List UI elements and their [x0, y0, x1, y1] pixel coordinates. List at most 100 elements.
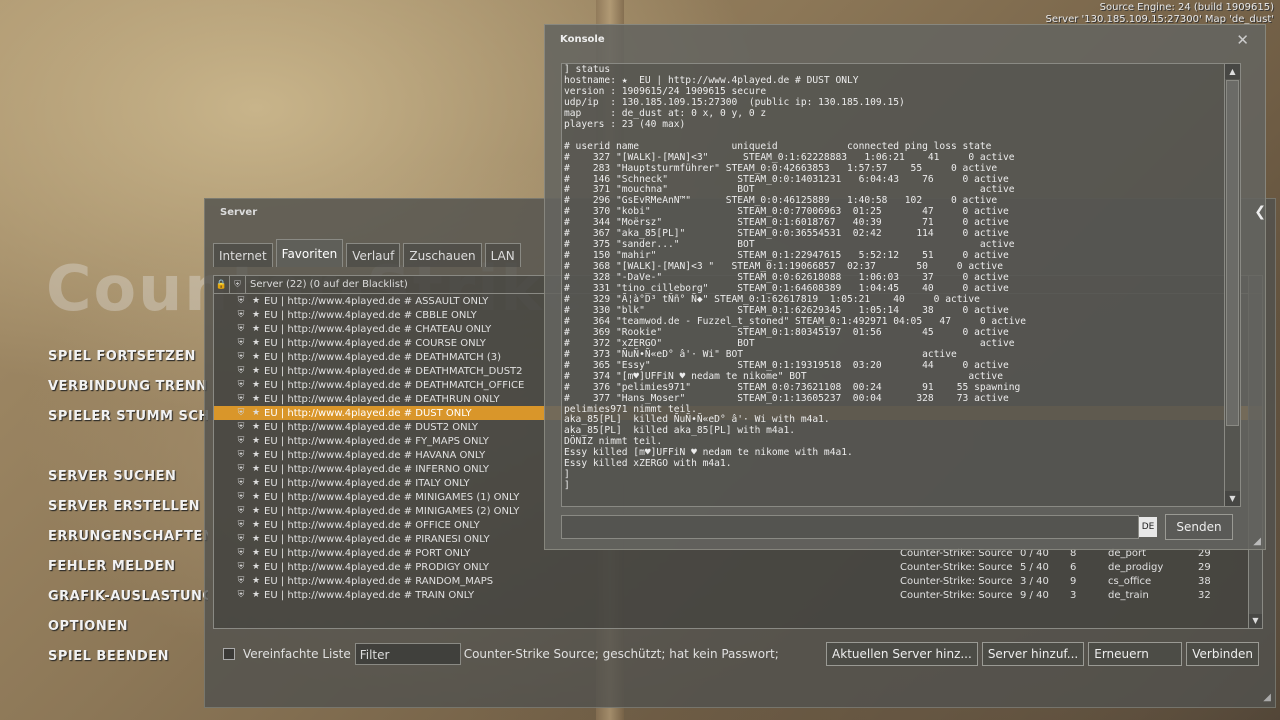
star-icon: ★ [251, 464, 261, 474]
server-bots: 6 [1070, 561, 1077, 573]
menu-find-servers[interactable]: SERVER SUCHEN [48, 468, 208, 498]
menu-report-bug[interactable]: FEHLER MELDEN [48, 558, 208, 588]
tab-internet[interactable]: Internet [213, 243, 273, 267]
server-name: EU | http://www.4played.de # PRODIGY ONL… [264, 561, 489, 573]
shield-icon: ⛨ [237, 366, 245, 376]
table-row[interactable]: ⛨ ★ EU | http://www.4played.de # RANDOM_MA… [214, 574, 1262, 588]
menu-quit-game[interactable]: SPIEL BEENDEN [48, 648, 208, 678]
console-window: Konsole ✕ ] status hostname: ★ EU | http:… [544, 24, 1266, 550]
menu-create-server[interactable]: SERVER ERSTELLEN [48, 498, 208, 528]
star-icon: ★ [251, 534, 261, 544]
simple-list-checkbox[interactable] [223, 648, 235, 660]
shield-icon: ⛨ [237, 576, 245, 586]
add-current-server-button[interactable]: Aktuellen Server hinz... [826, 642, 978, 666]
resize-grip-icon[interactable]: ◢ [1263, 692, 1271, 703]
star-icon: ★ [251, 492, 261, 502]
server-action-buttons: Aktuellen Server hinz... Server hinzuf..… [822, 642, 1259, 666]
shield-icon: ⛨ [237, 450, 245, 460]
menu-resume-game[interactable]: SPIEL FORTSETZEN [48, 348, 208, 378]
engine-info: Source Engine: 24 (build 1909615) Server… [1046, 2, 1274, 26]
refresh-button[interactable]: Erneuern [1088, 642, 1183, 666]
server-map: de_train [1108, 589, 1149, 601]
console-line: # 377 "Hans_Moser" STEAM_0:1:13605237 00… [564, 392, 1009, 404]
console-log: ] status hostname: ★ EU | http://www.4pla… [562, 64, 1240, 492]
star-icon: ★ [251, 520, 261, 530]
close-icon[interactable]: ✕ [1236, 31, 1249, 49]
shield-icon: ⛨ [237, 562, 245, 572]
table-row[interactable]: ⛨ ★ EU | http://www.4played.de # TRAIN ONL… [214, 588, 1262, 602]
console-window-title: Konsole [560, 34, 605, 45]
server-name: EU | http://www.4played.de # RANDOM_MAPS [264, 575, 494, 587]
star-icon: ★ [251, 562, 261, 572]
console-line: ] [564, 480, 570, 492]
connect-button[interactable]: Verbinden [1186, 642, 1259, 666]
shield-icon: ⛨ [237, 590, 245, 600]
console-scroll-thumb[interactable] [1226, 80, 1239, 426]
shield-icon: ⛨ [237, 520, 245, 530]
server-bottom-bar: Vereinfachte Liste Filter Counter-Strike… [223, 643, 779, 665]
server-name: EU | http://www.4played.de # TRAIN ONLY [264, 589, 475, 601]
console-line: # 376 "pelimies971" STEAM_0:0:73621108 0… [564, 381, 1021, 393]
console-scrollbar[interactable]: ▲ ▼ [1224, 64, 1240, 506]
star-icon: ★ [251, 450, 261, 460]
star-icon: ★ [251, 590, 261, 600]
console-output: ] status hostname: ★ EU | http://www.4pla… [561, 63, 1241, 507]
star-icon: ★ [251, 394, 261, 404]
shield-icon: ⛨ [237, 506, 245, 516]
server-map: cs_office [1108, 575, 1152, 587]
star-icon: ★ [251, 436, 261, 446]
console-line: # 327 "[WALK]-[MAN]<3" STEAM_0:1:6222888… [564, 151, 1015, 163]
server-window-title: Server [220, 207, 258, 218]
shield-icon: ⛨ [237, 464, 245, 474]
shield-icon: ⛨ [237, 548, 245, 558]
tab-spectate[interactable]: Zuschauen [403, 243, 482, 267]
console-command-input[interactable] [561, 515, 1139, 539]
shield-icon: ⛨ [237, 380, 245, 390]
scroll-up-icon[interactable]: ▲ [1225, 64, 1240, 79]
scroll-down-icon[interactable]: ▼ [1225, 491, 1240, 506]
server-map: de_prodigy [1108, 561, 1164, 573]
chevron-left-icon[interactable]: ❮ [1254, 204, 1266, 220]
server-bots: 9 [1070, 575, 1077, 587]
menu-gap [48, 438, 208, 468]
main-menu: SPIEL FORTSETZEN VERBINDUNG TRENNEN SPIE… [48, 348, 208, 678]
shield-icon: ⛨ [237, 492, 245, 502]
server-game: Counter-Strike: Source [900, 575, 1013, 587]
menu-options[interactable]: OPTIONEN [48, 618, 208, 648]
scroll-down-icon[interactable]: ▼ [1249, 614, 1262, 628]
star-icon: ★ [251, 380, 261, 390]
server-latency: 29 [1198, 561, 1211, 573]
filter-button[interactable]: Filter [354, 643, 461, 665]
star-icon: ★ [251, 366, 261, 376]
star-icon: ★ [251, 310, 261, 320]
star-icon: ★ [251, 408, 261, 418]
tab-history[interactable]: Verlauf [346, 243, 401, 267]
menu-mute-players[interactable]: SPIELER STUMM SCHALTEN [48, 408, 208, 438]
menu-graphics-usage[interactable]: GRAFIK-AUSLASTUNG [48, 588, 208, 618]
shield-icon: ⛨ [237, 436, 245, 446]
resize-grip-icon[interactable]: ◢ [1253, 536, 1261, 547]
console-line: # userid name uniqueid connected ping lo… [564, 140, 992, 152]
server-latency: 32 [1198, 589, 1211, 601]
star-icon: ★ [251, 548, 261, 558]
shield-icon: ⛨ [237, 478, 245, 488]
tab-lan[interactable]: LAN [484, 243, 521, 267]
send-button[interactable]: Senden [1165, 514, 1233, 540]
server-players: 3 / 40 [1020, 575, 1049, 587]
menu-disconnect[interactable]: VERBINDUNG TRENNEN [48, 378, 208, 408]
star-icon: ★ [251, 296, 261, 306]
tab-favorites[interactable]: Favoriten [275, 239, 344, 267]
add-server-button[interactable]: Server hinzuf... [981, 642, 1085, 666]
console-line: ] [564, 469, 570, 481]
server-status-text: Counter-Strike Source; geschützt; hat ke… [463, 647, 779, 661]
console-line: players : 23 (40 max) [564, 118, 686, 130]
table-row[interactable]: ⛨ ★ EU | http://www.4played.de # PRODIGY O… [214, 560, 1262, 574]
star-icon: ★ [251, 324, 261, 334]
lock-icon[interactable]: 🔒 [214, 275, 230, 294]
star-icon: ★ [251, 478, 261, 488]
server-count-header[interactable]: Server (22) (0 auf der Blacklist) [246, 279, 408, 290]
shield-icon[interactable]: ⛨ [230, 275, 246, 294]
server-players: 9 / 40 [1020, 589, 1049, 601]
menu-achievements[interactable]: ERRUNGENSCHAFTEN [48, 528, 208, 558]
shield-icon: ⛨ [237, 338, 245, 348]
